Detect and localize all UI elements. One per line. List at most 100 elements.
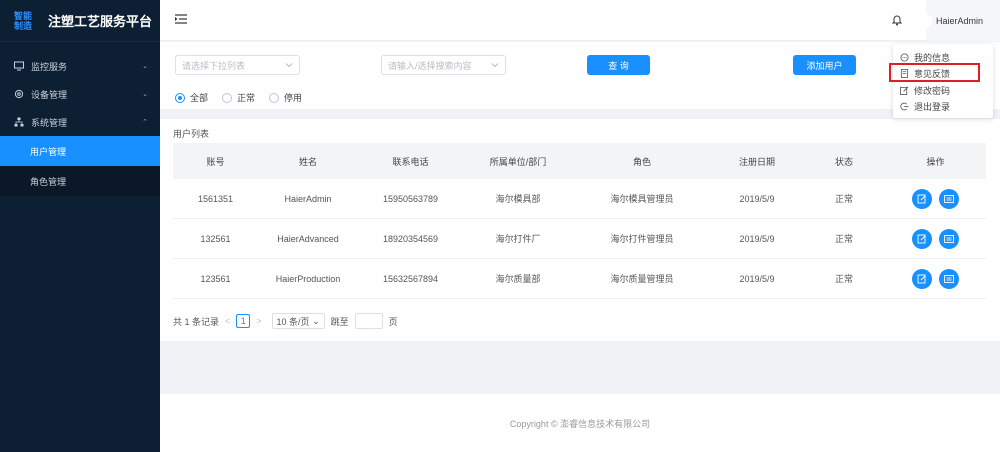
- cell-phone: 18920354569: [382, 233, 439, 244]
- sidebar-item-label: 监控服务: [31, 61, 68, 72]
- sidebar-item-user-management[interactable]: 用户管理: [0, 136, 160, 166]
- menu-item-change-password[interactable]: 修改密码: [893, 82, 993, 99]
- chevron-down-icon: ⌄: [142, 63, 148, 70]
- cell-account: 1561351: [197, 193, 234, 204]
- status-radio-group: 全部 正常 停用: [175, 91, 316, 104]
- column-header: 操作: [926, 156, 945, 167]
- filter-panel: 请选择下拉列表 请输入/选择搜索内容 查 询 添加用户 全部 正常 停用: [160, 42, 1000, 109]
- sitemap-icon: [14, 117, 24, 127]
- sidebar-item-role-management[interactable]: 角色管理: [0, 166, 160, 196]
- column-header: 角色: [632, 156, 651, 167]
- chat-icon: [900, 53, 909, 62]
- prev-page-button[interactable]: <: [225, 316, 230, 326]
- table-row: 132561 HaierAdvanced 18920354569 海尔打件厂 海…: [173, 219, 986, 259]
- page-size-select[interactable]: 10 条/页 ⌄: [271, 313, 325, 329]
- search-placeholder: 请输入/选择搜索内容: [388, 60, 472, 71]
- monitor-icon: [14, 61, 24, 71]
- sidebar: 智能 制造 注塑工艺服务平台 监控服务 ⌄ 设备管理 ⌄ 系统管理 ⌃ 用户管理…: [0, 0, 160, 452]
- panel-title: 用户列表: [173, 129, 210, 139]
- page-suffix: 页: [388, 316, 398, 327]
- settings-icon: [14, 89, 24, 99]
- cell-role: 海尔模具管理员: [610, 194, 674, 204]
- next-page-button[interactable]: >: [256, 316, 261, 326]
- jump-label: 跳至: [330, 316, 349, 327]
- sidebar-menu: 监控服务 ⌄ 设备管理 ⌄ 系统管理 ⌃ 用户管理 角色管理: [0, 52, 160, 196]
- edit-icon: [917, 234, 926, 243]
- column-header: 联系电话: [392, 156, 429, 167]
- query-button[interactable]: 查 询: [587, 55, 650, 75]
- edit-icon: [917, 194, 926, 203]
- cell-department: 海尔打件厂: [495, 234, 541, 244]
- detail-button[interactable]: [939, 268, 959, 289]
- cell-account: 123561: [200, 273, 231, 284]
- cell-date: 2019/5/9: [739, 193, 775, 204]
- user-list-panel: 用户列表 账号 姓名 联系电话 所属单位/部门 角色 注册日期 状态 操作 15…: [160, 119, 1000, 341]
- cell-actions: [885, 188, 986, 209]
- footer: Copyright © 澎睿信息技术有限公司: [160, 394, 1000, 452]
- edit-button[interactable]: [912, 228, 932, 249]
- sidebar-item-monitor[interactable]: 监控服务 ⌄: [0, 52, 160, 80]
- column-header: 所属单位/部门: [489, 156, 547, 167]
- chevron-up-icon: ⌃: [142, 119, 148, 126]
- radio-disabled[interactable]: 停用: [269, 91, 302, 104]
- highlight-box: [889, 63, 980, 82]
- chevron-down-icon: ⌄: [142, 91, 148, 98]
- column-header: 状态: [834, 156, 853, 167]
- logout-icon: [900, 102, 909, 111]
- username: HaierAdmin: [936, 15, 984, 26]
- sidebar-item-label: 系统管理: [31, 117, 68, 128]
- menu-toggle-icon[interactable]: [175, 13, 187, 25]
- column-header: 注册日期: [738, 156, 775, 167]
- table-row: 123561 HaierProduction 15632567894 海尔质量部…: [173, 259, 986, 299]
- cell-status: 正常: [834, 194, 853, 204]
- page-number-button[interactable]: 1: [236, 314, 251, 328]
- detail-icon: [944, 274, 954, 283]
- sidebar-item-label: 设备管理: [31, 89, 68, 100]
- topbar: HaierAdmin: [160, 0, 1000, 41]
- detail-button[interactable]: [939, 188, 959, 209]
- cell-role: 海尔打件管理员: [610, 234, 674, 244]
- edit-button[interactable]: [912, 188, 932, 209]
- sidebar-item-device[interactable]: 设备管理 ⌄: [0, 80, 160, 108]
- cell-status: 正常: [834, 274, 853, 284]
- user-table: 账号 姓名 联系电话 所属单位/部门 角色 注册日期 状态 操作 1561351…: [173, 143, 986, 299]
- sidebar-item-system[interactable]: 系统管理 ⌃: [0, 108, 160, 136]
- cell-name: HaierAdvanced: [277, 233, 339, 244]
- cell-name: HaierAdmin: [284, 193, 332, 204]
- brand: 智能 制造 注塑工艺服务平台: [0, 0, 160, 42]
- brand-title: 注塑工艺服务平台: [48, 14, 153, 29]
- radio-normal[interactable]: 正常: [222, 91, 255, 104]
- chevron-down-icon: [491, 63, 499, 68]
- user-menu-trigger[interactable]: HaierAdmin: [918, 0, 1000, 41]
- cell-phone: 15632567894: [382, 273, 439, 284]
- edit-icon: [900, 86, 909, 95]
- cell-status: 正常: [834, 234, 853, 244]
- category-select[interactable]: 请选择下拉列表: [175, 55, 300, 75]
- total-count: 共 1 条记录: [173, 316, 220, 327]
- search-input[interactable]: 请输入/选择搜索内容: [381, 55, 506, 75]
- pagination: 共 1 条记录 < 1 > 10 条/页 ⌄ 跳至 页: [173, 313, 398, 329]
- chevron-down-icon: [285, 63, 293, 68]
- column-header: 姓名: [298, 156, 317, 167]
- cell-role: 海尔质量管理员: [610, 274, 674, 284]
- radio-all[interactable]: 全部: [175, 91, 208, 104]
- cell-department: 海尔模具部: [495, 194, 541, 204]
- add-user-button[interactable]: 添加用户: [793, 55, 856, 75]
- cell-actions: [885, 228, 986, 249]
- cell-date: 2019/5/9: [739, 233, 775, 244]
- cell-date: 2019/5/9: [739, 273, 775, 284]
- edit-button[interactable]: [912, 268, 932, 289]
- jump-page-input[interactable]: [354, 313, 383, 329]
- cell-phone: 15950563789: [382, 193, 439, 204]
- table-row: 1561351 HaierAdmin 15950563789 海尔模具部 海尔模…: [173, 179, 986, 219]
- table-header: 账号 姓名 联系电话 所属单位/部门 角色 注册日期 状态 操作: [173, 143, 986, 179]
- detail-icon: [944, 194, 954, 203]
- select-placeholder: 请选择下拉列表: [182, 60, 246, 71]
- detail-icon: [944, 234, 954, 243]
- brand-logo: 智能 制造: [14, 10, 33, 31]
- detail-button[interactable]: [939, 228, 959, 249]
- menu-item-logout[interactable]: 退出登录: [893, 99, 993, 116]
- bell-icon[interactable]: [892, 14, 902, 26]
- edit-icon: [917, 274, 926, 283]
- cell-account: 132561: [200, 233, 231, 244]
